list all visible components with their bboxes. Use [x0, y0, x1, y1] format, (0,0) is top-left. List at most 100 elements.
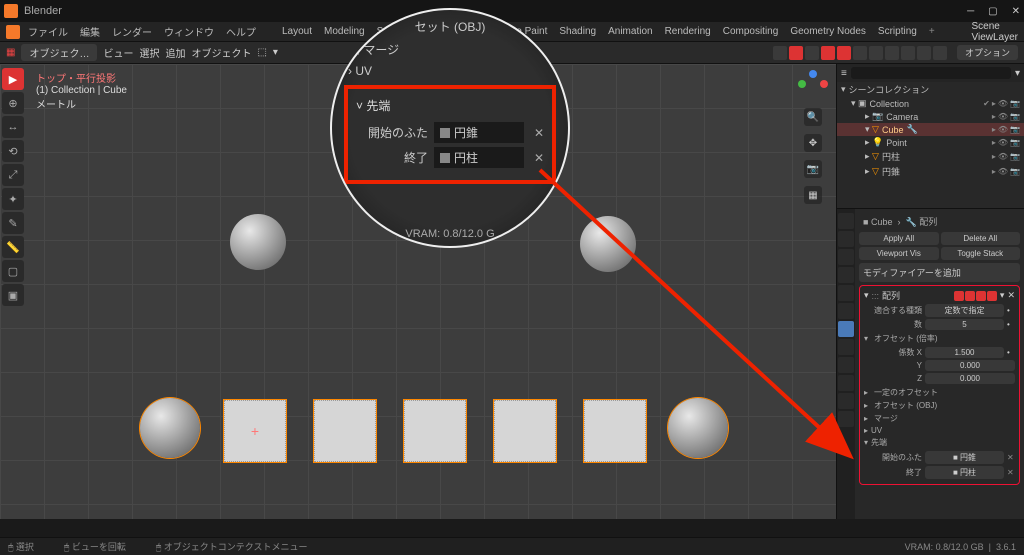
- callout-end-cap-field[interactable]: 円柱: [434, 147, 524, 168]
- options-button[interactable]: オプション: [957, 45, 1018, 60]
- factor-z-field[interactable]: 0.000: [925, 373, 1015, 384]
- modifier-name[interactable]: 配列: [882, 289, 900, 302]
- start-cap-object[interactable]: [140, 398, 200, 458]
- prop-tab-material[interactable]: [838, 411, 854, 427]
- apply-all-button[interactable]: Apply All: [859, 232, 939, 245]
- header-btn[interactable]: [805, 46, 819, 60]
- array-cube-5[interactable]: [584, 400, 646, 462]
- persp-gizmo[interactable]: ▦: [804, 186, 822, 204]
- outliner-collection[interactable]: ▾ ▣Collection✔▸👁📷: [837, 97, 1024, 110]
- tool-transform[interactable]: ✦: [2, 188, 24, 210]
- mode-select[interactable]: オブジェク…: [21, 44, 97, 61]
- orientation-icon[interactable]: ⬚: [257, 47, 266, 58]
- prop-tab-render[interactable]: [838, 213, 854, 229]
- header-btn[interactable]: [917, 46, 931, 60]
- toggle-stack-button[interactable]: Toggle Stack: [941, 247, 1021, 260]
- camera-gizmo[interactable]: 📷: [804, 160, 822, 178]
- close-button[interactable]: ✕: [1012, 6, 1020, 17]
- editor-type-icon[interactable]: ▦: [6, 47, 15, 58]
- collapse-icon[interactable]: ▾: [864, 290, 869, 301]
- outliner-item-point[interactable]: ▸ 💡Point▸👁📷: [837, 136, 1024, 149]
- workspace-tab[interactable]: Compositing: [719, 26, 783, 37]
- fit-type-field[interactable]: 定数で指定: [925, 304, 1004, 317]
- add-modifier-button[interactable]: モディファイアーを追加: [859, 263, 1020, 282]
- modifier-toggles[interactable]: [954, 291, 997, 301]
- workspace-tab[interactable]: Rendering: [661, 26, 715, 37]
- end-cap-object[interactable]: [668, 398, 728, 458]
- prop-tab-viewlayer[interactable]: [838, 249, 854, 265]
- prop-tab-scene[interactable]: [838, 267, 854, 283]
- cylinder-cap-top[interactable]: [580, 216, 636, 272]
- tool-measure[interactable]: 📏: [2, 236, 24, 258]
- header-btn[interactable]: [837, 46, 851, 60]
- outliner-item-camera[interactable]: ▸ 📷Camera▸👁📷: [837, 110, 1024, 123]
- blender-logo-icon[interactable]: [6, 25, 20, 39]
- workspace-tab[interactable]: Animation: [604, 26, 656, 37]
- menu-edit[interactable]: 編集: [76, 24, 104, 39]
- menu-object[interactable]: オブジェクト: [191, 45, 251, 60]
- maximize-button[interactable]: ▢: [988, 6, 997, 17]
- header-btn[interactable]: [933, 46, 947, 60]
- outliner-item-cone[interactable]: ▸ ▽円錐▸👁📷: [837, 164, 1024, 179]
- menu-help[interactable]: ヘルプ: [222, 24, 260, 39]
- menu-select[interactable]: 選択: [139, 45, 159, 60]
- delete-all-button[interactable]: Delete All: [941, 232, 1021, 245]
- menu-window[interactable]: ウィンドウ: [160, 24, 218, 39]
- tool-annotate[interactable]: ✎: [2, 212, 24, 234]
- clear-icon[interactable]: ✕: [1007, 453, 1015, 462]
- header-btn[interactable]: [901, 46, 915, 60]
- prop-tab-data[interactable]: [838, 393, 854, 409]
- viewlayer-field[interactable]: ViewLayer: [971, 32, 1018, 43]
- tool-cursor[interactable]: ⊕: [2, 92, 24, 114]
- tool-tweak[interactable]: ▶: [2, 68, 24, 90]
- modifier-menu-icon[interactable]: ▾: [1000, 290, 1005, 301]
- outliner-search[interactable]: [851, 67, 1011, 79]
- tool-add[interactable]: ▣: [2, 284, 24, 306]
- clear-icon[interactable]: ✕: [530, 151, 548, 165]
- tool-rotate[interactable]: ⟲: [2, 140, 24, 162]
- factor-y-field[interactable]: 0.000: [925, 360, 1015, 371]
- array-cube-1[interactable]: +: [224, 400, 286, 462]
- cone-cap-top[interactable]: [230, 214, 286, 270]
- workspace-tab[interactable]: Shading: [555, 26, 600, 37]
- outliner-type-icon[interactable]: ≡: [841, 68, 847, 79]
- header-btn[interactable]: [773, 46, 787, 60]
- pivot-icon[interactable]: ▾: [273, 47, 278, 58]
- prop-tab-modifier[interactable]: [838, 321, 854, 337]
- start-cap-field[interactable]: ■ 円錐: [925, 451, 1004, 464]
- prop-tab-particle[interactable]: [838, 339, 854, 355]
- tool-move[interactable]: ↔: [2, 116, 24, 138]
- header-btn[interactable]: [789, 46, 803, 60]
- filter-icon[interactable]: ▾: [1015, 68, 1020, 79]
- add-workspace-button[interactable]: +: [925, 26, 939, 37]
- viewport-vis-button[interactable]: Viewport Vis: [859, 247, 939, 260]
- minimize-button[interactable]: ─: [967, 6, 974, 17]
- prop-tab-physics[interactable]: [838, 357, 854, 373]
- header-btn[interactable]: [821, 46, 835, 60]
- array-cube-3[interactable]: [404, 400, 466, 462]
- outliner-item-cube[interactable]: ▾ ▽Cube🔧▸👁📷: [837, 123, 1024, 136]
- tool-scale[interactable]: ⤢: [2, 164, 24, 186]
- outliner-root[interactable]: ▾シーンコレクション: [837, 82, 1024, 97]
- end-cap-field[interactable]: ■ 円柱: [925, 466, 1004, 479]
- array-cube-4[interactable]: [494, 400, 556, 462]
- factor-x-field[interactable]: 1.500: [925, 347, 1004, 358]
- callout-start-cap-field[interactable]: 円錐: [434, 122, 524, 143]
- menu-render[interactable]: レンダー: [108, 24, 156, 39]
- menu-view[interactable]: ビュー: [103, 45, 133, 60]
- axis-gizmo[interactable]: [798, 70, 828, 100]
- outliner-item-cylinder[interactable]: ▸ ▽円柱▸👁📷: [837, 149, 1024, 164]
- prop-tab-object[interactable]: [838, 303, 854, 319]
- clear-icon[interactable]: ✕: [530, 126, 548, 140]
- prop-tab-world[interactable]: [838, 285, 854, 301]
- array-cube-2[interactable]: [314, 400, 376, 462]
- workspace-tab-layout[interactable]: Layout: [278, 26, 316, 37]
- scene-field[interactable]: Scene: [971, 21, 1018, 32]
- tool-add-cube[interactable]: ▢: [2, 260, 24, 282]
- header-btn[interactable]: [885, 46, 899, 60]
- clear-icon[interactable]: ✕: [1007, 468, 1015, 477]
- workspace-tab[interactable]: Geometry Nodes: [786, 26, 870, 37]
- modifier-remove-icon[interactable]: ✕: [1007, 290, 1015, 301]
- prop-tab-output[interactable]: [838, 231, 854, 247]
- header-btn[interactable]: [869, 46, 883, 60]
